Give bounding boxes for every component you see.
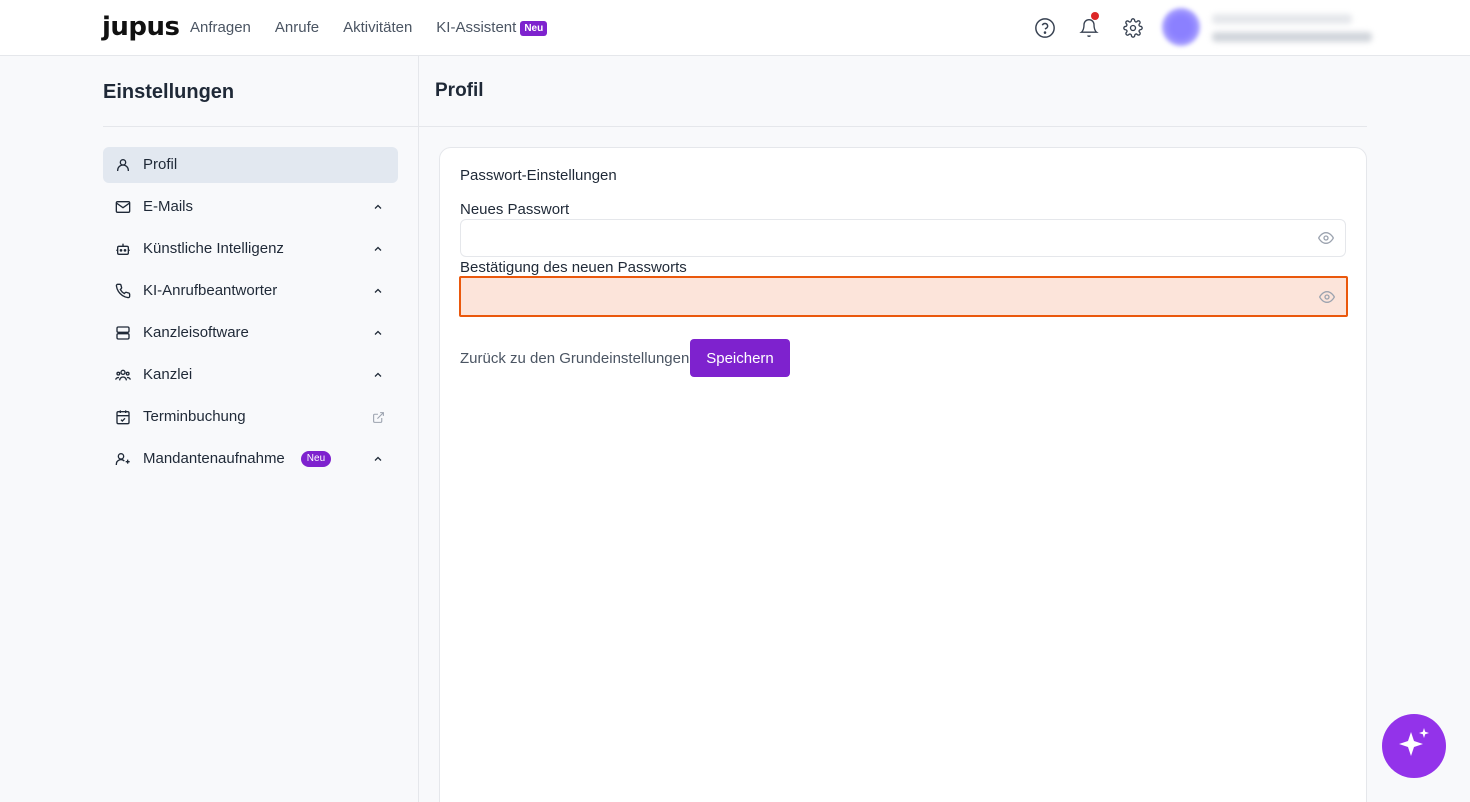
new-password-label: Neues Passwort [460,201,570,218]
new-badge: Neu [520,20,548,36]
confirm-password-input[interactable] [461,278,1346,315]
page-title: Profil [435,80,484,101]
sidebar-item-emails[interactable]: E-Mails [103,189,398,225]
new-password-field [460,219,1346,257]
ai-assistant-fab[interactable] [1382,714,1446,778]
sidebar-header-divider [103,126,418,127]
sidebar-item-kanzleisoftware[interactable]: Kanzleisoftware [103,315,398,351]
chevron-up-icon[interactable] [370,451,386,467]
back-to-basic-settings-link[interactable]: Zurück zu den Grundeinstellungen [460,350,689,368]
mail-icon [115,199,131,215]
chevron-up-icon[interactable] [370,325,386,341]
server-icon [115,325,131,341]
bell-icon[interactable] [1077,12,1101,40]
chevron-up-icon[interactable] [370,283,386,299]
chevron-up-icon[interactable] [370,241,386,257]
user-name-redacted [1212,14,1352,24]
gear-icon[interactable] [1121,16,1145,40]
notification-dot [1091,12,1099,20]
sidebar-item-kuenstliche-intelligenz[interactable]: Künstliche Intelligenz [103,231,398,267]
jupus-logo[interactable]: jupus [102,12,180,42]
confirm-password-field [459,276,1348,317]
external-link-icon[interactable] [370,409,386,425]
avatar[interactable] [1162,8,1200,46]
phone-icon [115,283,131,299]
main-header-divider [418,126,1367,127]
nav-ki-assistent[interactable]: KI-Assistent Neu [436,18,548,38]
user-plus-icon [115,451,131,467]
new-password-input[interactable] [461,220,1345,256]
card-title: Passwort-Einstellungen [460,167,617,184]
calendar-check-icon [115,409,131,425]
sidebar-title: Einstellungen [103,81,235,103]
sidebar-divider [418,56,419,802]
sidebar-item-ki-anrufbeantworter[interactable]: KI-Anrufbeantworter [103,273,398,309]
chevron-up-icon[interactable] [370,367,386,383]
sidebar-item-mandantenaufnahme[interactable]: Mandantenaufnahme Neu [103,441,398,477]
eye-icon[interactable] [1318,230,1334,246]
robot-icon [115,241,131,257]
new-badge: Neu [300,451,332,467]
nav-anfragen[interactable]: Anfragen [190,18,251,38]
chevron-up-icon[interactable] [370,199,386,215]
user-icon [115,157,131,173]
sidebar-item-terminbuchung[interactable]: Terminbuchung [103,399,398,435]
sparkle-icon [1396,726,1432,767]
main-nav: Anfragen Anrufe Aktivitäten KI-Assistent… [190,18,548,38]
nav-aktivitaeten[interactable]: Aktivitäten [343,18,412,38]
save-button[interactable]: Speichern [690,339,790,377]
password-settings-card: Passwort-Einstellungen Neues Passwort Be… [439,147,1367,802]
confirm-password-label: Bestätigung des neuen Passworts [460,259,687,276]
sidebar-menu: Profil E-Mails Künstliche Intelligenz KI… [103,147,398,483]
user-email-redacted [1212,32,1372,42]
eye-icon[interactable] [1319,289,1335,305]
nav-anrufe[interactable]: Anrufe [275,18,319,38]
users-icon [115,367,131,383]
sidebar-item-profil[interactable]: Profil [103,147,398,183]
help-circle-icon[interactable] [1033,16,1057,40]
sidebar-item-kanzlei[interactable]: Kanzlei [103,357,398,393]
top-bar: jupus Anfragen Anrufe Aktivitäten KI-Ass… [0,0,1470,56]
